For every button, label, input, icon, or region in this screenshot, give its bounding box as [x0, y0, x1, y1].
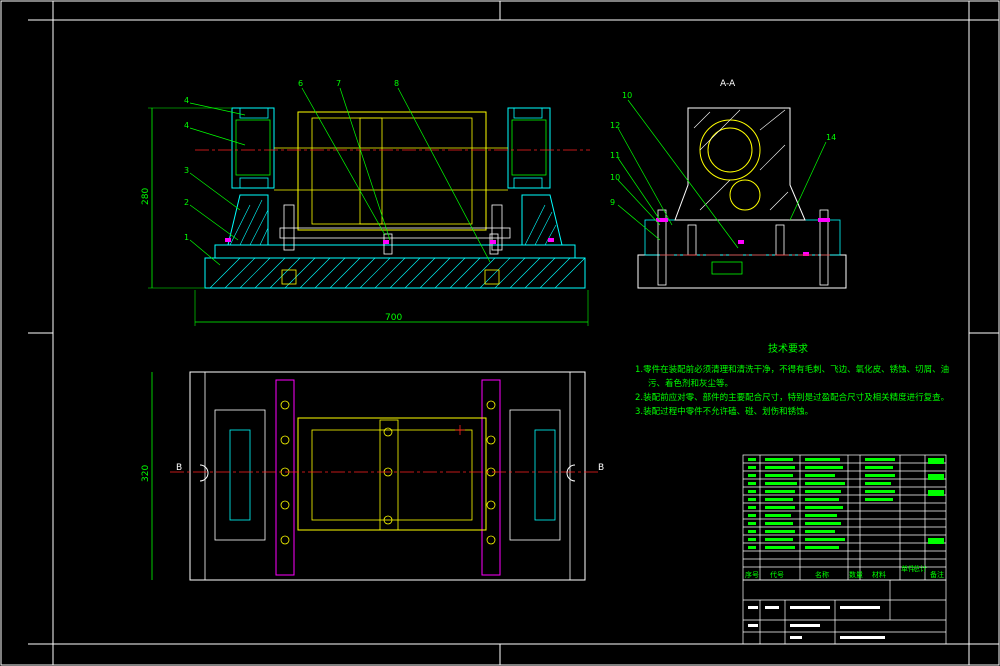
balloon-side-14: 14 — [826, 133, 836, 142]
dim-width: 700 — [385, 313, 402, 323]
front-view: 280 700 4 4 3 2 1 6 7 8 — [141, 79, 590, 326]
bom-footer: 序号 代号 名称 数量 材料 单件 总计 备注 — [745, 564, 944, 579]
balloon-side-9: 9 — [610, 198, 615, 207]
centering-marks — [28, 1, 999, 665]
bom-col-code: 代号 — [770, 570, 784, 579]
balloon-8: 8 — [394, 79, 399, 88]
bom-col-material: 材料 — [872, 570, 886, 579]
bom-col-no: 序号 — [745, 570, 759, 579]
tech-req-title: 技术要求 — [768, 342, 808, 355]
tech-req-line-2: 污、着色剂和灰尘等。 — [648, 378, 733, 389]
balloon-side-11: 11 — [610, 151, 620, 160]
cad-drawing-sheet: 280 700 4 4 3 2 1 6 7 8 A-A 10 12 11 10 … — [0, 0, 1000, 666]
dim-plan-height: 320 — [141, 465, 151, 482]
tech-req-line-1: 1.零件在装配前必须清理和清洗干净，不得有毛刺、飞边、氧化皮、锈蚀、切屑、油 — [635, 364, 949, 375]
section-mark-b-right: B — [598, 463, 604, 473]
section-mark-b-left: B — [176, 463, 182, 473]
plan-view: B B 320 — [141, 371, 604, 581]
section-label: A-A — [720, 79, 736, 89]
dim-height: 280 — [141, 188, 151, 205]
side-view: A-A 10 12 11 10 9 14 — [610, 79, 847, 289]
balloon-side-12: 12 — [610, 121, 620, 130]
tech-req-line-4: 3.装配过程中零件不允许磕、碰、划伤和锈蚀。 — [635, 406, 813, 417]
balloon-4a: 4 — [184, 96, 189, 105]
balloon-2: 2 — [184, 198, 189, 207]
bom-col-name: 名称 — [815, 570, 829, 579]
balloon-1: 1 — [184, 233, 189, 242]
bom-col-qty: 数量 — [849, 570, 863, 579]
bom-col-remarks: 备注 — [930, 570, 944, 579]
tech-req-line-3: 2.装配前应对零、部件的主要配合尺寸，特别是过盈配合尺寸及相关精度进行复查。 — [635, 392, 949, 403]
drawing-svg: 280 700 4 4 3 2 1 6 7 8 A-A 10 12 11 10 … — [0, 0, 1000, 666]
balloon-side-10b: 10 — [610, 173, 620, 182]
base-hatch — [209, 257, 586, 289]
balloon-side-10: 10 — [622, 91, 632, 100]
balloon-4b: 4 — [184, 121, 189, 130]
balloon-6: 6 — [298, 79, 303, 88]
tech-requirements: 技术要求 1.零件在装配前必须清理和清洗干净，不得有毛刺、飞边、氧化皮、锈蚀、切… — [635, 342, 949, 417]
title-block-stubs — [748, 606, 885, 639]
balloon-3: 3 — [184, 166, 189, 175]
bom-col-total: 总计 — [913, 564, 927, 573]
balloon-7: 7 — [336, 79, 341, 88]
